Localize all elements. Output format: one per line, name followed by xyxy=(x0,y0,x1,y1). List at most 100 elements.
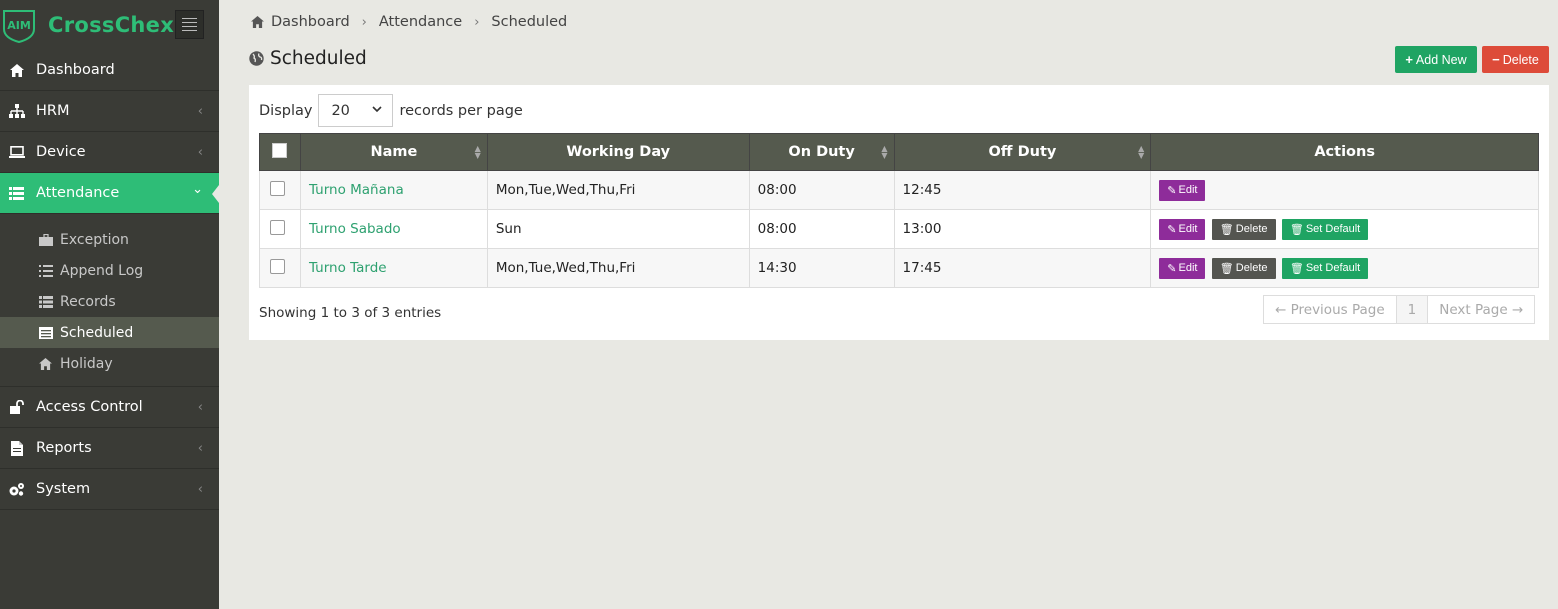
sidebar: AIM CrossChex Dashboard HRM ‹ Device ‹ A… xyxy=(0,0,219,609)
brand: AIM CrossChex xyxy=(0,0,219,50)
actions-cell: ✎ Edit 🗑 Delete 🗑 Set Default xyxy=(1150,248,1539,288)
sidebar-item-reports[interactable]: Reports ‹ xyxy=(0,428,219,469)
sitemap-icon xyxy=(8,103,25,120)
select-all-checkbox[interactable] xyxy=(272,142,288,158)
off-duty-cell: 12:45 xyxy=(893,170,1152,210)
breadcrumb-dashboard[interactable]: Dashboard xyxy=(271,14,350,30)
sidebar-subitem-exception[interactable]: Exception xyxy=(0,224,219,255)
row-checkbox[interactable] xyxy=(270,180,285,196)
plus-icon: + xyxy=(1405,52,1413,67)
sidebar-subitem-holiday[interactable]: Holiday xyxy=(0,348,219,379)
set-default-button[interactable]: 🗑 Set Default xyxy=(1281,257,1369,279)
breadcrumb: Dashboard › Attendance › Scheduled xyxy=(251,14,567,30)
table-header-row: Name ▲ ▼ Working Day On Duty ▲ ▼ Off Duty ▲ ▼ … xyxy=(259,133,1539,171)
column-header-on-duty[interactable]: On Duty ▲ ▼ xyxy=(748,133,895,171)
schedule-name-link[interactable]: Turno Mañana xyxy=(309,182,404,198)
sidebar-subitem-append-log[interactable]: Append Log xyxy=(0,255,219,286)
trash-icon: 🗑 xyxy=(1219,223,1234,236)
next-page-button[interactable]: Next Page → xyxy=(1428,296,1534,323)
sidebar-item-hrm[interactable]: HRM ‹ xyxy=(0,91,219,132)
trash-icon: 🗑 xyxy=(1219,262,1234,275)
breadcrumb-separator-icon: › xyxy=(474,14,480,30)
edit-button[interactable]: ✎ Edit xyxy=(1159,218,1206,240)
edit-icon: ✎ xyxy=(1167,184,1177,197)
page-title: Scheduled xyxy=(249,48,367,69)
on-duty-cell: 08:00 xyxy=(748,209,895,249)
active-indicator xyxy=(212,185,219,203)
sidebar-subitem-scheduled[interactable]: Scheduled xyxy=(0,317,219,348)
column-header-name[interactable]: Name ▲ ▼ xyxy=(299,133,488,171)
sidebar-item-system[interactable]: System ‹ xyxy=(0,469,219,510)
column-header-working-day: Working Day xyxy=(486,133,750,171)
sidebar-item-label: Device xyxy=(36,144,86,160)
delete-row-button[interactable]: 🗑 Delete xyxy=(1211,257,1276,279)
working-day-cell: Mon,Tue,Wed,Thu,Fri xyxy=(486,248,750,288)
row-checkbox[interactable] xyxy=(270,258,285,274)
minus-icon: − xyxy=(1492,52,1500,67)
sidebar-item-label: Dashboard xyxy=(36,62,115,78)
calendar-list-icon xyxy=(39,326,54,339)
delete-button[interactable]: − Delete xyxy=(1482,46,1549,73)
globe-icon xyxy=(249,51,264,66)
briefcase-icon xyxy=(39,233,54,246)
sidebar-subitem-records[interactable]: Records xyxy=(0,286,219,317)
sidebar-subitem-label: Records xyxy=(60,293,116,310)
row-checkbox[interactable] xyxy=(270,219,285,235)
edit-button[interactable]: ✎ Edit xyxy=(1159,179,1206,201)
crosschex-logo[interactable]: AIM xyxy=(0,7,38,43)
schedule-name-link[interactable]: Turno Sabado xyxy=(309,221,401,237)
previous-page-button[interactable]: ← Previous Page xyxy=(1264,296,1397,323)
pagination: ← Previous Page 1 Next Page → xyxy=(1263,295,1536,324)
sidebar-subitem-label: Exception xyxy=(60,231,129,248)
sidebar-subitem-label: Holiday xyxy=(60,355,113,372)
page-title-text: Scheduled xyxy=(270,48,367,69)
schedule-name-link[interactable]: Turno Tarde xyxy=(309,260,387,276)
on-duty-cell: 14:30 xyxy=(748,248,895,288)
page-number-button[interactable]: 1 xyxy=(1396,296,1429,323)
trash-icon: 🗑 xyxy=(1289,262,1304,275)
table-row: Turno Tarde Mon,Tue,Wed,Thu,Fri 14:30 17… xyxy=(259,248,1539,288)
sidebar-item-access-control[interactable]: Access Control ‹ xyxy=(0,387,219,428)
chevron-left-icon: ‹ xyxy=(197,145,203,160)
menu-toggle-button[interactable] xyxy=(175,10,204,39)
delete-label: Delete xyxy=(1502,52,1539,67)
set-default-button[interactable]: 🗑 Set Default xyxy=(1281,218,1369,240)
app-name: CrossChex xyxy=(48,13,175,37)
records-per-page-select[interactable]: 20 xyxy=(318,94,394,127)
home-icon xyxy=(39,357,54,370)
entries-info: Showing 1 to 3 of 3 entries xyxy=(259,305,442,321)
main-content: Dashboard › Attendance › Scheduled Sched… xyxy=(219,0,1558,609)
column-header-off-duty[interactable]: Off Duty ▲ ▼ xyxy=(893,133,1152,171)
breadcrumb-attendance[interactable]: Attendance xyxy=(379,14,462,30)
display-suffix: records per page xyxy=(399,102,523,119)
sort-icon: ▲ ▼ xyxy=(881,144,888,160)
home-icon xyxy=(8,62,25,79)
edit-button[interactable]: ✎ Edit xyxy=(1159,257,1206,279)
chevron-left-icon: ‹ xyxy=(197,104,203,119)
chevron-left-icon: ‹ xyxy=(197,482,203,497)
records-per-page-value: 20 xyxy=(331,102,350,119)
sidebar-item-device[interactable]: Device ‹ xyxy=(0,132,219,173)
working-day-cell: Sun xyxy=(486,209,750,249)
trash-icon: 🗑 xyxy=(1289,223,1304,236)
off-duty-cell: 13:00 xyxy=(893,209,1152,249)
sidebar-subitem-label: Scheduled xyxy=(60,324,134,341)
sort-icon: ▲ ▼ xyxy=(1138,144,1145,160)
laptop-icon xyxy=(8,144,25,161)
sidebar-item-attendance[interactable]: Attendance ⌄ xyxy=(0,173,219,214)
actions-cell: ✎ Edit 🗑 Delete 🗑 Set Default xyxy=(1150,209,1539,249)
table-row: Turno Sabado Sun 08:00 13:00 ✎ Edit 🗑 Dele… xyxy=(259,209,1539,249)
delete-row-button[interactable]: 🗑 Delete xyxy=(1211,218,1276,240)
add-new-button[interactable]: + Add New xyxy=(1395,46,1477,73)
sidebar-item-dashboard[interactable]: Dashboard xyxy=(0,50,219,91)
gears-icon xyxy=(8,481,25,498)
add-new-label: Add New xyxy=(1415,52,1467,67)
on-duty-cell: 08:00 xyxy=(748,170,895,210)
file-icon xyxy=(8,440,25,457)
edit-icon: ✎ xyxy=(1167,223,1177,236)
select-all-header xyxy=(259,133,301,171)
chevron-down-icon: ⌄ xyxy=(192,182,203,197)
page-length-control: Display 20 records per page xyxy=(259,94,523,127)
display-prefix: Display xyxy=(259,102,313,119)
sort-icon: ▲ ▼ xyxy=(474,144,481,160)
